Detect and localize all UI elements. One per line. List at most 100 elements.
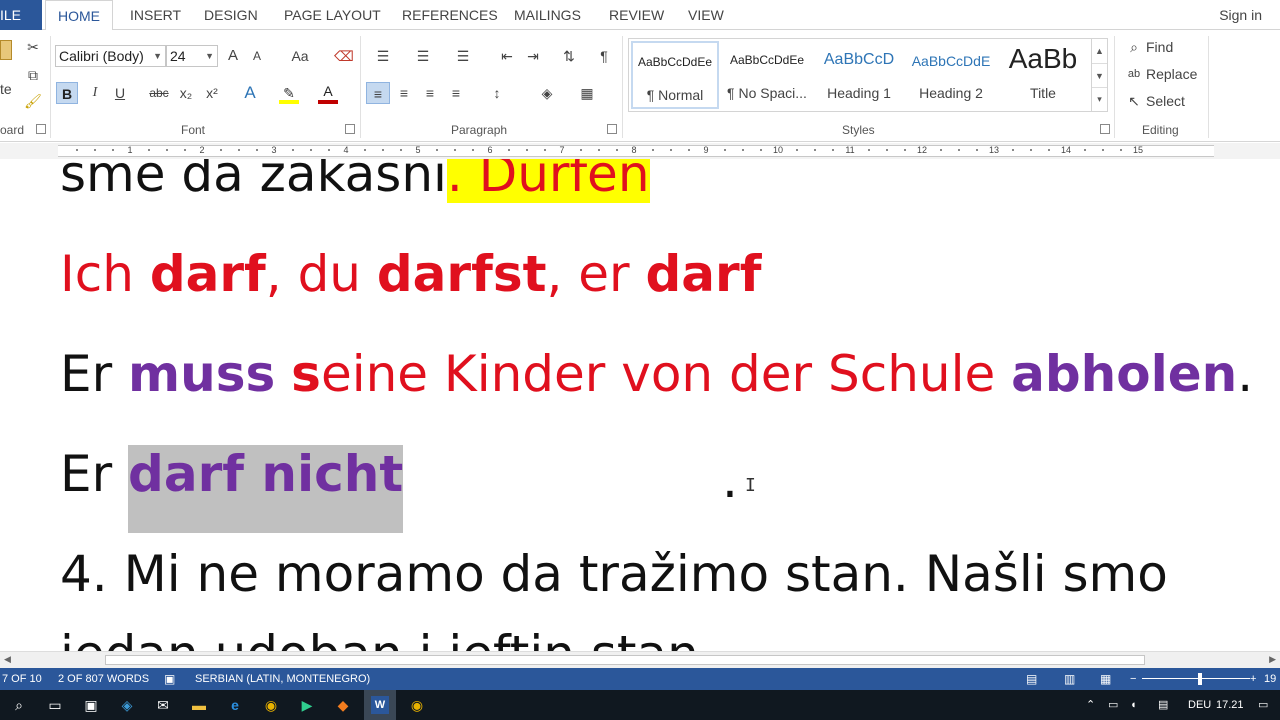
format-painter-icon[interactable]: 🖌 (24, 90, 42, 112)
keyboard-language[interactable]: DEU (1188, 690, 1211, 720)
font-launcher-icon[interactable] (345, 124, 355, 134)
notifications-icon[interactable]: ▭ (1258, 690, 1268, 720)
increase-indent-icon[interactable]: ⇥ (522, 45, 544, 67)
subscript-button[interactable]: x₂ (176, 82, 196, 104)
ruler-tick-label: 3 (271, 145, 277, 155)
zoom-in-icon[interactable]: + (1250, 668, 1256, 690)
media-icon[interactable]: ▶ (298, 696, 316, 714)
clock[interactable]: 17.21 (1216, 690, 1244, 720)
volume-icon[interactable]: ◖ (1130, 690, 1137, 720)
more-styles-icon[interactable]: ▾ (1092, 87, 1107, 109)
shading-icon[interactable]: ◈ (532, 82, 562, 104)
align-right-icon[interactable]: ≡ (420, 82, 440, 104)
scroll-left-icon[interactable]: ◀ (4, 654, 11, 665)
tab-page-layout[interactable]: PAGE LAYOUT (284, 0, 381, 30)
align-center-icon[interactable]: ≡ (394, 82, 414, 104)
decrease-indent-icon[interactable]: ⇤ (496, 45, 518, 67)
chevron-up-icon[interactable]: ▲ (1092, 39, 1107, 63)
ruler-tick-mark (868, 149, 870, 151)
line-spacing-icon[interactable]: ↕ (482, 82, 512, 104)
bold-button[interactable]: B (56, 82, 78, 104)
paragraph-launcher-icon[interactable] (607, 124, 617, 134)
document-page[interactable]: sme da zakasni. Dürfen Ich darf, du darf… (0, 159, 1280, 651)
font-size-combo[interactable]: 24 ▼ (166, 45, 218, 67)
styles-scroll[interactable]: ▲ ▼ ▾ (1091, 39, 1107, 111)
zoom-slider[interactable] (1142, 678, 1250, 679)
app-orange-icon[interactable]: ◆ (334, 696, 352, 714)
style-title[interactable]: AaBb Title (999, 41, 1087, 109)
text-effects-icon[interactable]: A (240, 82, 260, 104)
align-left-icon[interactable]: ≡ (366, 82, 390, 104)
print-layout-icon[interactable]: ▥ (1064, 668, 1075, 690)
store-icon[interactable]: ▣ (82, 696, 100, 714)
style-no-spacing[interactable]: AaBbCcDdEe ¶ No Spaci... (723, 41, 811, 109)
shrink-font-button[interactable]: A (248, 45, 266, 67)
font-name-combo[interactable]: Calibri (Body) ▼ (55, 45, 166, 67)
multilevel-list-icon[interactable]: ☰ (448, 45, 478, 67)
copy-icon[interactable]: ⧉ (24, 64, 42, 86)
read-mode-icon[interactable]: ▤ (1026, 668, 1037, 690)
superscript-button[interactable]: x² (202, 82, 222, 104)
network-icon[interactable]: ▤ (1158, 690, 1168, 720)
change-case-button[interactable]: Aa (284, 45, 316, 67)
font-color-icon[interactable]: A (318, 80, 338, 102)
scrollbar-thumb[interactable] (105, 655, 1145, 665)
word-icon[interactable]: W (371, 696, 389, 714)
app-icon[interactable]: ◈ (118, 696, 136, 714)
horizontal-scrollbar[interactable]: ◀ ▶ (0, 651, 1280, 668)
style-heading-2[interactable]: AaBbCcDdE Heading 2 (907, 41, 995, 109)
search-icon[interactable]: ⌕ (10, 696, 28, 714)
tab-review[interactable]: REVIEW (609, 0, 664, 30)
tab-view[interactable]: VIEW (688, 0, 724, 30)
paste-label[interactable]: te (0, 78, 14, 100)
chrome-icon[interactable]: ◉ (408, 696, 426, 714)
clipboard-launcher-icon[interactable] (36, 124, 46, 134)
mail-icon[interactable]: ✉ (154, 696, 172, 714)
scroll-right-icon[interactable]: ▶ (1269, 654, 1276, 665)
page-count[interactable]: 7 OF 10 (2, 668, 42, 690)
tab-references[interactable]: REFERENCES (402, 0, 498, 30)
web-layout-icon[interactable]: ▦ (1100, 668, 1111, 690)
tray-chevron-up-icon[interactable]: ⌃ (1086, 690, 1095, 720)
italic-button[interactable]: I (86, 82, 104, 104)
styles-launcher-icon[interactable] (1100, 124, 1110, 134)
paste-icon[interactable] (0, 40, 12, 60)
style-normal[interactable]: AaBbCcDdEe ¶ Normal (631, 41, 719, 109)
numbering-icon[interactable]: ☰ (408, 45, 438, 67)
tab-design[interactable]: DESIGN (204, 0, 258, 30)
borders-icon[interactable]: ▦ (572, 82, 602, 104)
proofing-icon[interactable]: ▣ (164, 668, 175, 690)
clear-formatting-icon[interactable]: ⌫ (334, 45, 354, 67)
find-button[interactable]: Find (1146, 36, 1196, 58)
grow-font-button[interactable]: A (224, 45, 242, 67)
tab-file[interactable]: ILE (0, 0, 42, 30)
zoom-slider-thumb[interactable] (1198, 673, 1202, 685)
file-explorer-icon[interactable]: ▬ (190, 696, 208, 714)
strikethrough-button[interactable]: abc (146, 82, 172, 104)
horizontal-ruler[interactable]: 1 2 3 4 5 6 7 8 9 10 11 12 13 14 15 (0, 143, 1280, 159)
tab-mailings[interactable]: MAILINGS (514, 0, 581, 30)
select-button[interactable]: Select (1146, 90, 1202, 112)
sign-in-link[interactable]: Sign in (1219, 0, 1262, 30)
word-count[interactable]: 2 OF 807 WORDS (58, 668, 149, 690)
zoom-out-icon[interactable]: − (1130, 668, 1136, 690)
chevron-down-icon[interactable]: ▼ (1092, 63, 1107, 87)
bullets-icon[interactable]: ☰ (368, 45, 398, 67)
style-heading-1[interactable]: AaBbCcD Heading 1 (815, 41, 903, 109)
task-view-icon[interactable]: ▭ (46, 696, 64, 714)
show-marks-button[interactable]: ¶ (594, 45, 614, 67)
replace-button[interactable]: Replace (1146, 63, 1206, 85)
language-indicator[interactable]: SERBIAN (LATIN, MONTENEGRO) (195, 668, 370, 690)
tab-insert[interactable]: INSERT (130, 0, 181, 30)
cut-icon[interactable]: ✂ (24, 36, 42, 58)
tab-home[interactable]: HOME (45, 0, 113, 31)
justify-icon[interactable]: ≡ (446, 82, 466, 104)
ruler-tick-mark (94, 149, 96, 151)
chrome-icon[interactable]: ◉ (262, 696, 280, 714)
sort-icon[interactable]: ⇅ (558, 45, 580, 67)
zoom-level[interactable]: 19 (1264, 668, 1276, 690)
underline-button[interactable]: U (110, 82, 130, 104)
edge-icon[interactable]: e (226, 696, 244, 714)
battery-icon[interactable]: ▭ (1108, 690, 1118, 720)
styles-group-label: Styles (842, 123, 875, 137)
